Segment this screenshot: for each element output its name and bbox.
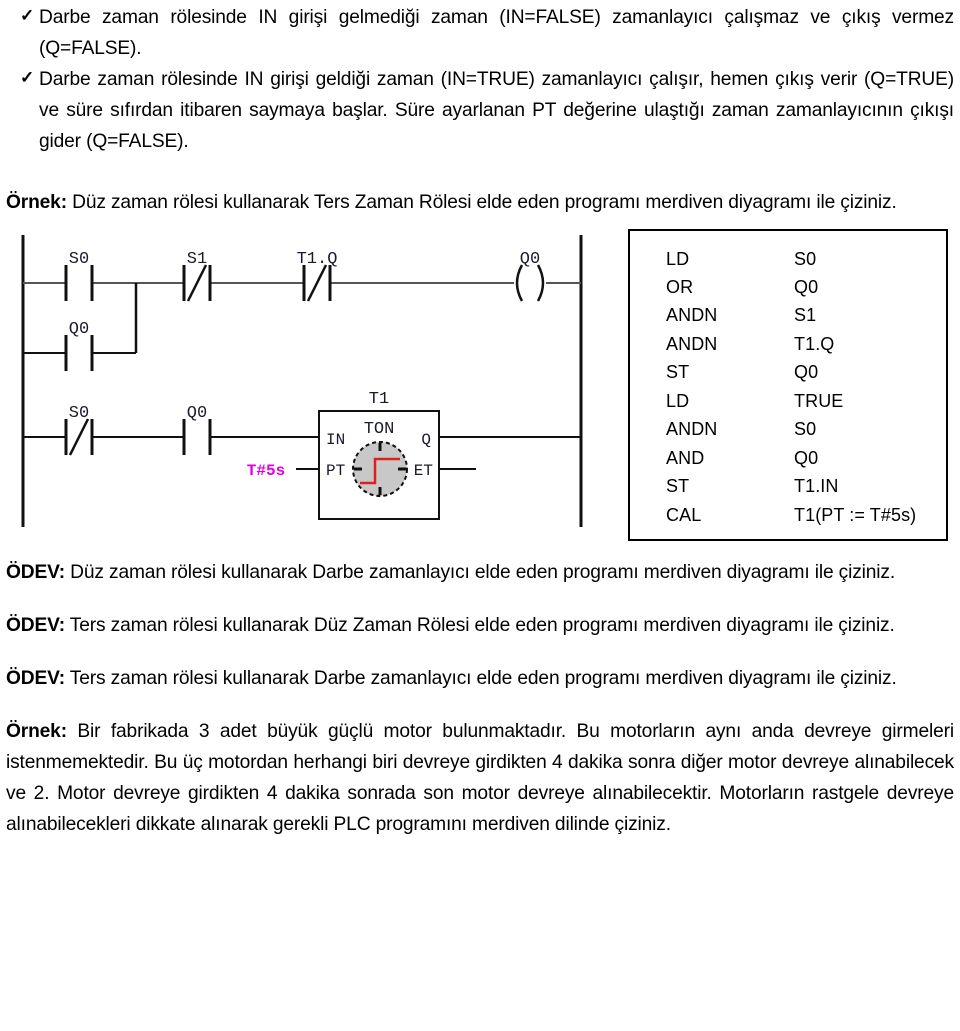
example-2-text: Bir fabrikada 3 adet büyük güçlü motor b… bbox=[6, 720, 954, 836]
check-icon: ✓ bbox=[20, 68, 35, 88]
function-block-ton-t1: T1 TON IN PT Q ET bbox=[318, 390, 440, 520]
svg-text:Q0: Q0 bbox=[187, 404, 207, 423]
il-operand: T1.IN bbox=[794, 476, 839, 497]
il-operand: S1 bbox=[794, 305, 817, 326]
il-line: ANDN S1 bbox=[666, 301, 946, 329]
check-icon: ✓ bbox=[20, 6, 35, 25]
bullet-text: Darbe zaman rölesinde IN girişi gelmediğ… bbox=[39, 7, 954, 60]
il-operator: ST bbox=[666, 476, 690, 497]
il-operator: ST bbox=[666, 362, 690, 383]
homework-3-paragraph: ÖDEV: Ters zaman rölesi kullanarak Darbe… bbox=[6, 663, 954, 694]
contact-q0-no-rung2: Q0 bbox=[182, 404, 212, 455]
homework-2-paragraph: ÖDEV: Ters zaman rölesi kullanarak Düz Z… bbox=[6, 610, 954, 641]
pt-value-label: T#5s bbox=[247, 462, 285, 480]
contact-s0-no-rung1: S0 bbox=[64, 250, 94, 301]
il-operator: LD bbox=[666, 390, 690, 411]
document-page: ✓ Darbe zaman rölesinde IN girişi gelmed… bbox=[0, 2, 960, 1031]
il-operator: OR bbox=[666, 277, 694, 297]
homework-3-text: Ters zaman rölesi kullanarak Darbe zaman… bbox=[64, 667, 897, 689]
homework-2-label: ÖDEV: bbox=[6, 614, 65, 636]
il-operator: ANDN bbox=[666, 419, 718, 440]
il-operand: S0 bbox=[794, 419, 817, 440]
svg-text:Q0: Q0 bbox=[520, 250, 540, 269]
il-line: ANDN T1.Q bbox=[666, 330, 946, 358]
il-line: CAL T1(PT := T#5s) bbox=[666, 501, 946, 529]
il-operand: T1(PT := T#5s) bbox=[794, 504, 917, 525]
il-line: LD S0 bbox=[666, 245, 946, 273]
instruction-list-body: LD S0 OR Q0 ANDN S1 ANDN T1.Q ST Q0 LD TRUE AN… bbox=[630, 231, 946, 529]
il-line: LD TRUE bbox=[666, 387, 946, 415]
il-operand: S0 bbox=[794, 248, 817, 269]
homework-2-text: Ters zaman rölesi kullanarak Düz Zaman R… bbox=[64, 614, 895, 636]
il-operator: ANDN bbox=[666, 305, 718, 326]
il-line: ST Q0 bbox=[666, 358, 946, 386]
ladder-diagram: S0 Q0 S1 T1.Q Q0 S0 Q0 T#5s T1 TON IN PT… bbox=[6, 227, 626, 545]
bullet-text: Darbe zaman rölesinde IN girişi geldiği … bbox=[39, 69, 954, 153]
coil-q0-rung1: Q0 bbox=[515, 250, 545, 302]
block-output-et: ET bbox=[414, 462, 433, 480]
example-2-paragraph: Örnek: Bir fabrikada 3 adet büyük güçlü … bbox=[6, 716, 954, 840]
homework-1-paragraph: ÖDEV: Düz zaman rölesi kullanarak Darbe … bbox=[6, 557, 954, 588]
homework-1-label: ÖDEV: bbox=[6, 561, 65, 583]
svg-text:S0: S0 bbox=[69, 250, 89, 269]
bullet-list: ✓ Darbe zaman rölesinde IN girişi gelmed… bbox=[6, 2, 954, 157]
contact-q0-no-branch: Q0 bbox=[64, 320, 94, 371]
block-input-in: IN bbox=[326, 431, 345, 449]
homework-3-label: ÖDEV: bbox=[6, 667, 65, 689]
il-operand: Q0 bbox=[794, 277, 819, 297]
contact-s1-nc-rung1: S1 bbox=[182, 250, 212, 302]
example-1-text: Düz zaman rölesi kullanarak Ters Zaman R… bbox=[66, 192, 897, 214]
il-line: ST T1.IN bbox=[666, 472, 946, 500]
list-item: ✓ Darbe zaman rölesinde IN girişi gelmed… bbox=[6, 2, 954, 64]
il-line: AND Q0 bbox=[666, 444, 946, 472]
il-operator: LD bbox=[666, 248, 690, 269]
il-line: OR Q0 bbox=[666, 273, 946, 301]
instruction-list-box: LD S0 OR Q0 ANDN S1 ANDN T1.Q ST Q0 LD TRUE AN… bbox=[628, 228, 948, 541]
contact-s0-nc-rung2: S0 bbox=[64, 404, 94, 456]
contact-t1q-nc-rung1: T1.Q bbox=[297, 250, 337, 302]
il-operand: Q0 bbox=[794, 447, 819, 468]
il-operand: TRUE bbox=[794, 390, 844, 411]
block-type-label: TON bbox=[364, 420, 395, 439]
il-operand: Q0 bbox=[794, 362, 819, 383]
example-1-label: Örnek: bbox=[6, 192, 67, 214]
il-operator: AND bbox=[666, 447, 705, 468]
block-instance-label: T1 bbox=[369, 390, 389, 409]
clock-step-icon bbox=[352, 440, 408, 497]
example-2-label: Örnek: bbox=[6, 720, 67, 742]
il-operator: CAL bbox=[666, 504, 702, 525]
figure-ladder-and-il: S0 Q0 S1 T1.Q Q0 S0 Q0 T#5s T1 TON IN PT… bbox=[6, 227, 954, 545]
example-1-paragraph: Örnek: Düz zaman rölesi kullanarak Ters … bbox=[6, 187, 954, 218]
il-line: ANDN S0 bbox=[666, 415, 946, 443]
list-item: ✓ Darbe zaman rölesinde IN girişi geldiğ… bbox=[6, 64, 954, 157]
il-operator: ANDN bbox=[666, 333, 718, 354]
svg-text:Q0: Q0 bbox=[69, 320, 89, 339]
homework-1-text: Düz zaman rölesi kullanarak Darbe zamanl… bbox=[64, 561, 896, 583]
block-output-q: Q bbox=[421, 431, 431, 449]
il-operand: T1.Q bbox=[794, 333, 835, 354]
block-input-pt: PT bbox=[326, 462, 345, 480]
